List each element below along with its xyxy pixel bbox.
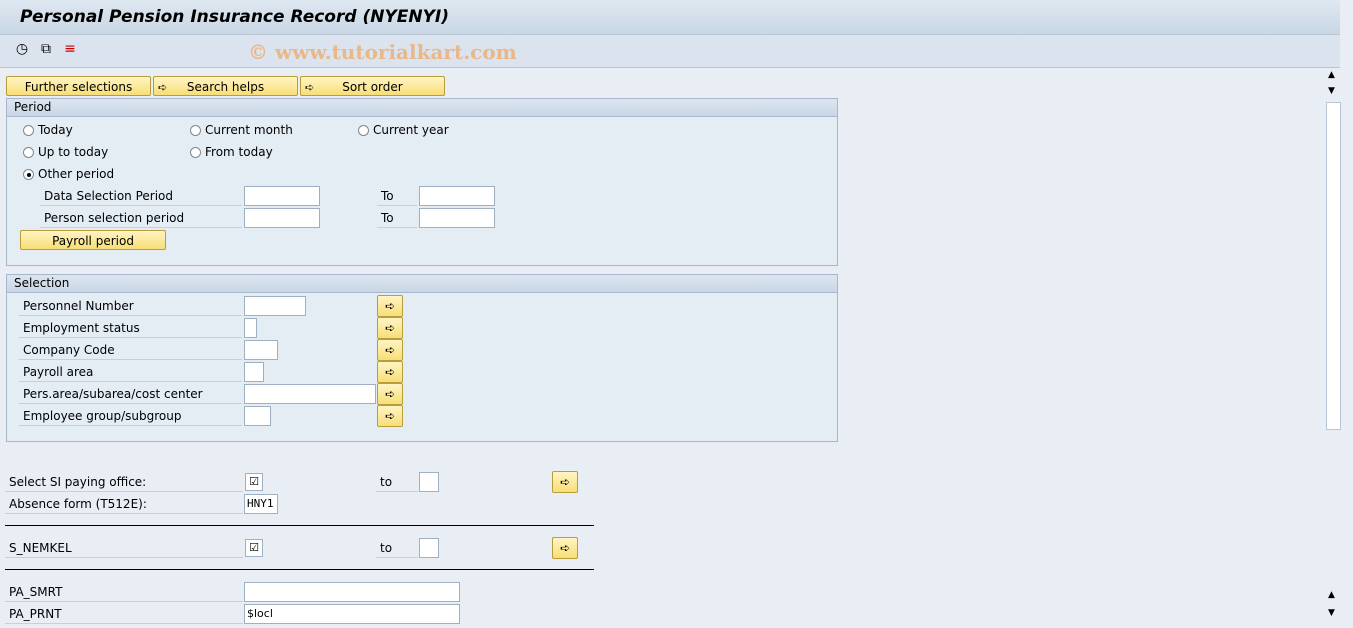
multiple-selection-button[interactable]: ➪ <box>552 537 578 559</box>
multiple-selection-button[interactable]: ➪ <box>377 361 403 383</box>
multiple-selection-button[interactable]: ➪ <box>377 317 403 339</box>
scroll-down-icon[interactable]: ▼ <box>1328 86 1335 96</box>
scroll-thumb[interactable] <box>1326 102 1341 430</box>
radio-current-year[interactable] <box>358 125 369 136</box>
multiple-selection-button[interactable]: ➪ <box>552 471 578 493</box>
selection-field-input[interactable] <box>244 384 376 404</box>
selection-field-input[interactable] <box>244 406 271 426</box>
scroll-down-icon[interactable]: ▼ <box>1328 608 1335 618</box>
selection-field-label: Company Code <box>19 340 242 360</box>
search-helps-label: Search helps <box>186 80 265 94</box>
selection-options-icon[interactable]: ≡ <box>62 41 78 57</box>
scroll-up-icon[interactable]: ▲ <box>1328 70 1335 80</box>
radio-from-today[interactable] <box>190 147 201 158</box>
radio-today-label: Today <box>38 123 73 137</box>
watermark: © www.tutorialkart.com <box>248 40 517 64</box>
selection-field-input[interactable] <box>244 296 306 316</box>
radio-up-to-today[interactable] <box>23 147 34 158</box>
s-nemkel-to-input[interactable] <box>419 538 439 558</box>
multiple-selection-button[interactable]: ➪ <box>377 339 403 361</box>
pa-prnt-label: PA_PRNT <box>5 604 243 624</box>
page-title: Personal Pension Insurance Record (NYENY… <box>20 7 450 27</box>
si-paying-office-to-input[interactable] <box>419 472 439 492</box>
selection-field-label: Payroll area <box>19 362 242 382</box>
selection-field-input[interactable] <box>244 318 257 338</box>
execute-clock-icon[interactable]: ◷ <box>14 41 30 57</box>
divider <box>5 525 594 526</box>
arrow-right-icon: ➪ <box>305 81 315 94</box>
selection-field-label: Employee group/subgroup <box>19 406 242 426</box>
radio-other-period[interactable] <box>23 169 34 180</box>
data-selection-period-label: Data Selection Period <box>40 186 242 206</box>
further-selections-label: Further selections <box>24 80 133 94</box>
s-nemkel-checkbox[interactable]: ☑ <box>245 539 263 557</box>
application-toolbar <box>0 35 1340 68</box>
data-selection-from-input[interactable] <box>244 186 320 206</box>
multiple-selection-button[interactable]: ➪ <box>377 295 403 317</box>
to-label: to <box>376 538 418 558</box>
pa-smrt-input[interactable] <box>244 582 460 602</box>
s-nemkel-label: S_NEMKEL <box>5 538 243 558</box>
selection-field-input[interactable] <box>244 362 264 382</box>
radio-current-year-label: Current year <box>373 123 449 137</box>
radio-up-to-today-label: Up to today <box>38 145 109 159</box>
arrow-right-icon: ➪ <box>158 81 168 94</box>
person-selection-from-input[interactable] <box>244 208 320 228</box>
multiple-selection-button[interactable]: ➪ <box>377 383 403 405</box>
si-paying-office-label: Select SI paying office: <box>5 472 243 492</box>
divider <box>5 569 594 570</box>
absence-form-label: Absence form (T512E): <box>5 494 243 514</box>
to-label: To <box>377 186 417 206</box>
selection-field-input[interactable] <box>244 340 278 360</box>
sort-order-button[interactable]: ➪ Sort order <box>300 76 445 96</box>
absence-form-input[interactable]: HNY1 <box>244 494 278 514</box>
to-label: To <box>377 208 417 228</box>
pa-smrt-label: PA_SMRT <box>5 582 243 602</box>
further-selections-button[interactable]: Further selections <box>6 76 151 96</box>
data-selection-to-input[interactable] <box>419 186 495 206</box>
radio-from-today-label: From today <box>205 145 273 159</box>
person-selection-period-label: Person selection period <box>40 208 242 228</box>
selection-group-title: Selection <box>7 275 837 293</box>
period-group-title: Period <box>7 99 837 117</box>
radio-today[interactable] <box>23 125 34 136</box>
selection-field-label: Employment status <box>19 318 242 338</box>
selection-field-label: Pers.area/subarea/cost center <box>19 384 242 404</box>
radio-other-period-label: Other period <box>38 167 115 181</box>
get-variant-icon[interactable]: ⧉ <box>38 41 54 57</box>
radio-current-month-label: Current month <box>205 123 293 137</box>
payroll-period-button[interactable]: Payroll period <box>20 230 166 250</box>
to-label: to <box>376 472 418 492</box>
sort-order-label: Sort order <box>342 80 403 94</box>
person-selection-to-input[interactable] <box>419 208 495 228</box>
radio-current-month[interactable] <box>190 125 201 136</box>
si-paying-office-checkbox[interactable]: ☑ <box>245 473 263 491</box>
scroll-up-icon[interactable]: ▲ <box>1328 590 1335 600</box>
vertical-scrollbar[interactable]: ▲ ▼ ▲ ▼ <box>1325 68 1341 624</box>
multiple-selection-button[interactable]: ➪ <box>377 405 403 427</box>
search-helps-button[interactable]: ➪ Search helps <box>153 76 298 96</box>
pa-prnt-input[interactable]: $locl <box>244 604 460 624</box>
selection-field-label: Personnel Number <box>19 296 242 316</box>
